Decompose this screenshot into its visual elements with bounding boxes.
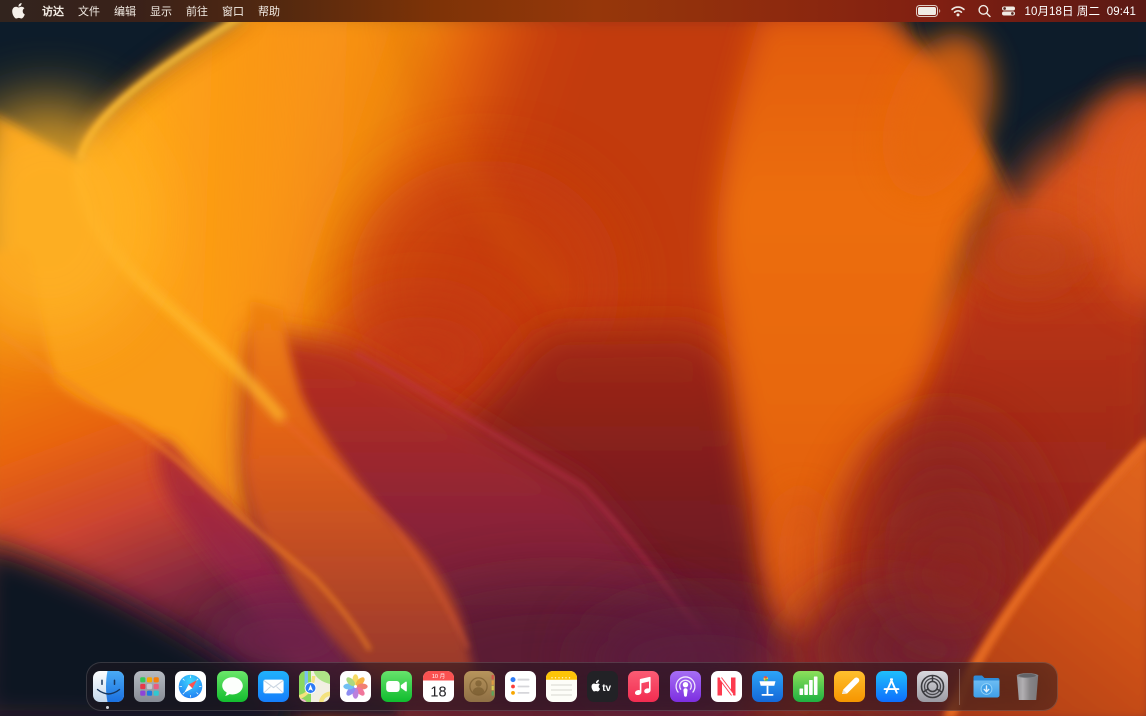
svg-text:tv: tv xyxy=(602,683,611,694)
svg-text:10 月: 10 月 xyxy=(431,673,444,680)
svg-text:18: 18 xyxy=(430,685,446,701)
